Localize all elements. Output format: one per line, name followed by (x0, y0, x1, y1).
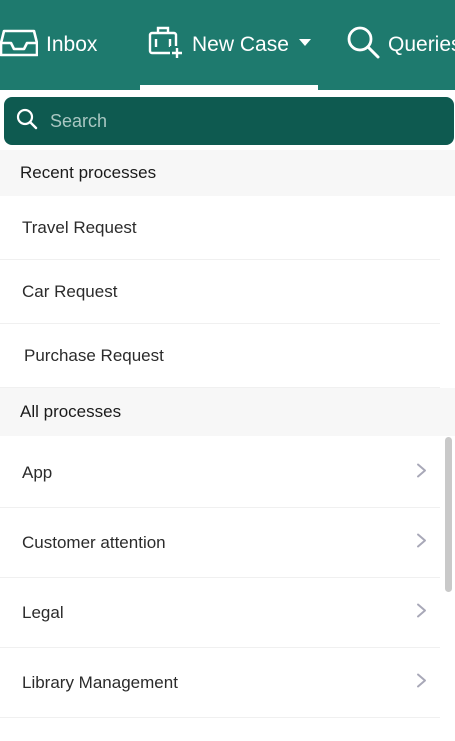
list-item-label: Customer attention (22, 532, 166, 552)
new-case-briefcase-plus-icon (148, 25, 184, 65)
chevron-down-icon[interactable] (298, 38, 311, 46)
process-item-legal[interactable]: Legal (0, 578, 440, 648)
chevron-right-icon (416, 672, 428, 693)
search-icon (16, 108, 38, 135)
nav-inbox[interactable]: Inbox (0, 0, 97, 90)
nav-new-case-label: New Case (192, 33, 289, 56)
chevron-right-icon (416, 532, 428, 553)
recent-item-car-request[interactable]: Car Request (0, 261, 440, 324)
app-root: Inbox New Case Queries Search Recent pro… (0, 0, 455, 741)
process-item-library-management[interactable]: Library Management (0, 648, 440, 718)
list-item-label: App (22, 462, 53, 482)
list-item-label: Travel Request (22, 218, 137, 237)
recent-item-purchase-request[interactable]: Purchase Request (0, 325, 440, 388)
active-tab-indicator (140, 85, 318, 90)
chevron-right-icon (416, 462, 428, 483)
recent-processes-header: Recent processes (0, 150, 455, 196)
recent-item-travel-request[interactable]: Travel Request (0, 197, 440, 260)
chevron-right-icon (416, 602, 428, 623)
nav-queries-label: Queries (388, 33, 455, 56)
search-icon (346, 25, 380, 65)
inbox-tray-icon (0, 25, 39, 65)
all-processes-title: All processes (20, 402, 122, 421)
list-item-label: Car Request (22, 282, 118, 301)
process-item-customer-attention[interactable]: Customer attention (0, 508, 440, 578)
search-input[interactable] (48, 109, 432, 133)
nav-new-case[interactable]: New Case (148, 0, 311, 90)
list-scrollbar[interactable] (445, 437, 452, 592)
top-nav-bar: Inbox New Case Queries (0, 0, 455, 90)
all-processes-header: All processes (0, 388, 455, 436)
search-bar[interactable] (4, 97, 454, 145)
list-item-label: Purchase Request (24, 346, 164, 365)
nav-inbox-label: Inbox (46, 33, 98, 56)
recent-processes-title: Recent processes (20, 163, 157, 182)
process-item-app[interactable]: App (0, 438, 440, 508)
nav-queries[interactable]: Queries (346, 0, 455, 90)
list-item-label: Legal (22, 602, 64, 622)
list-item-label: Library Management (22, 672, 178, 692)
